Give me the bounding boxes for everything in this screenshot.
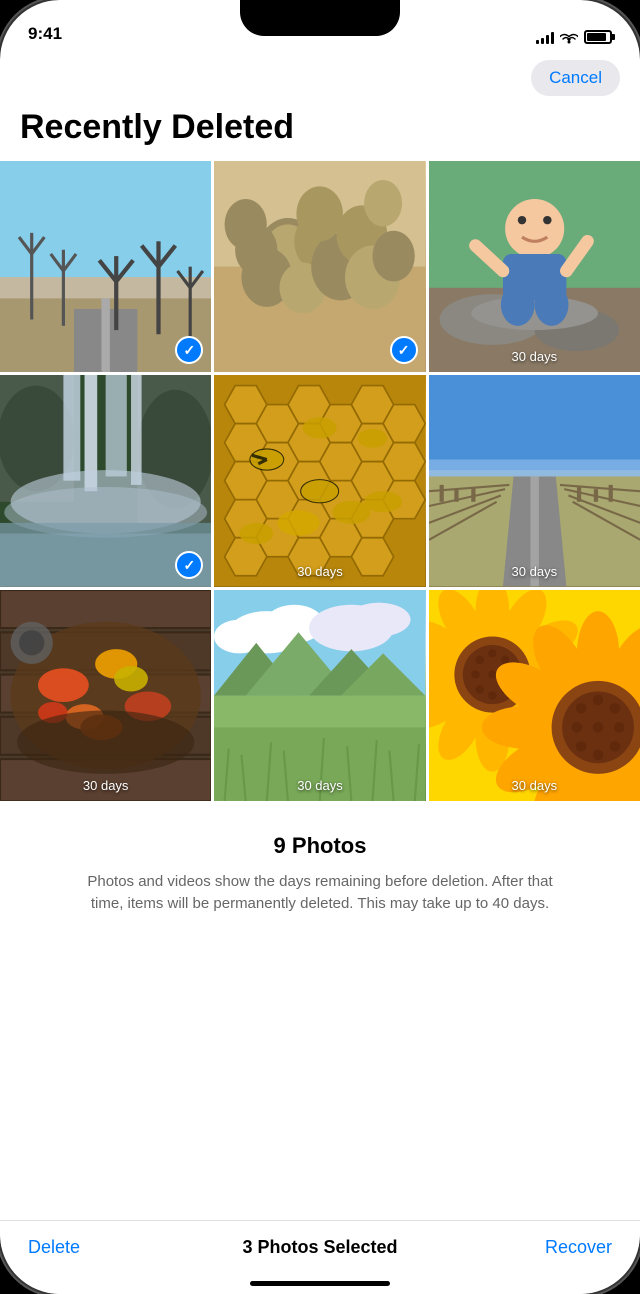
selected-badge-2: ✓ <box>390 336 418 364</box>
photo-grid: ✓ <box>0 161 640 801</box>
header: Cancel <box>0 52 640 100</box>
wifi-icon <box>560 30 578 44</box>
photo-cell-6[interactable]: 30 days <box>429 375 640 586</box>
photo-cell-2[interactable]: ✓ <box>214 161 425 372</box>
home-indicator <box>250 1281 390 1286</box>
photo-cell-4[interactable]: ✓ <box>0 375 211 586</box>
photo-cell-7[interactable]: 30 days <box>0 590 211 801</box>
days-label-9: 30 days <box>429 778 640 793</box>
signal-icon <box>536 30 554 44</box>
photo-count: 9 Photos <box>20 833 620 859</box>
recover-button[interactable]: Recover <box>532 1237 612 1258</box>
days-label-6: 30 days <box>429 564 640 579</box>
phone-frame: 9:41 <box>0 0 640 1294</box>
days-label-3: 30 days <box>429 349 640 364</box>
days-label-5: 30 days <box>214 564 425 579</box>
checkmark-icon-1: ✓ <box>183 343 195 357</box>
selected-count-label: 3 Photos Selected <box>242 1237 397 1258</box>
checkmark-icon-4: ✓ <box>183 558 195 572</box>
photo-cell-5[interactable]: 30 days <box>214 375 425 586</box>
page-title: Recently Deleted <box>0 100 640 161</box>
days-label-7: 30 days <box>0 778 211 793</box>
battery-icon <box>584 30 612 44</box>
delete-button[interactable]: Delete <box>28 1237 108 1258</box>
status-time: 9:41 <box>28 24 62 44</box>
cancel-button[interactable]: Cancel <box>531 60 620 96</box>
phone-screen: 9:41 <box>0 0 640 1294</box>
info-description: Photos and videos show the days remainin… <box>70 871 570 916</box>
days-label-8: 30 days <box>214 778 425 793</box>
photo-cell-1[interactable]: ✓ <box>0 161 211 372</box>
selected-badge-4: ✓ <box>175 551 203 579</box>
notch <box>240 0 400 36</box>
info-section: 9 Photos Photos and videos show the days… <box>0 801 640 936</box>
checkmark-icon-2: ✓ <box>398 343 410 357</box>
photo-cell-3[interactable]: 30 days <box>429 161 640 372</box>
status-icons <box>536 30 612 44</box>
photo-cell-8[interactable]: 30 days <box>214 590 425 801</box>
photo-cell-9[interactable]: 30 days <box>429 590 640 801</box>
